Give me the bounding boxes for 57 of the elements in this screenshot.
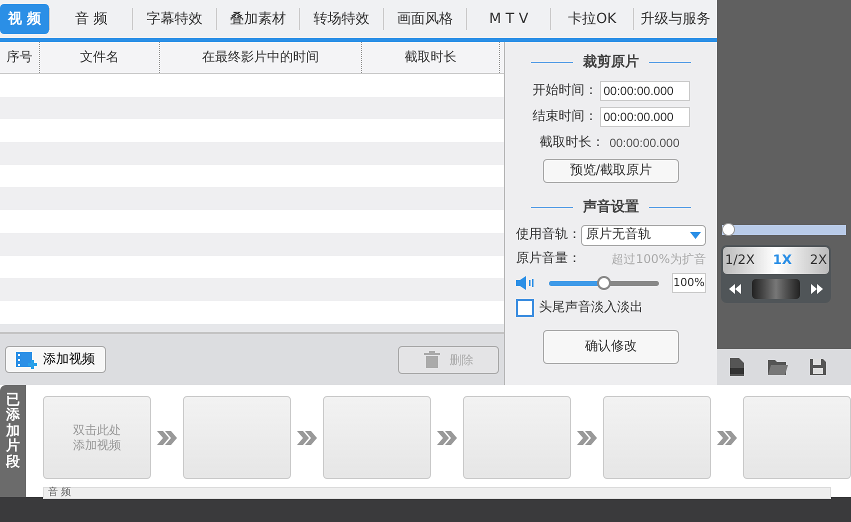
clip-slot[interactable] [463, 396, 571, 479]
tab[interactable]: 卡拉OK [550, 4, 634, 34]
dropdown-arrow-icon [690, 232, 701, 238]
tab[interactable]: 音 频 [50, 4, 132, 34]
speaker-icon[interactable] [516, 276, 536, 290]
clip-slot[interactable] [743, 396, 851, 479]
field-label: 使用音轨： [516, 226, 581, 244]
field-label: 结束时间： [532, 108, 598, 126]
tab[interactable]: M T V [467, 4, 550, 34]
section-title: 声音设置 [583, 198, 639, 217]
jog-wheel[interactable] [752, 278, 800, 298]
chevron-icon [297, 430, 317, 444]
tab[interactable]: 画面风格 [384, 4, 466, 34]
time-field[interactable]: 00:00:00.000 [600, 107, 690, 127]
confirm-button[interactable]: 确认修改 [543, 330, 679, 364]
chevron-icon [717, 430, 737, 444]
clip-slot[interactable] [183, 396, 291, 479]
slider-thumb[interactable] [597, 276, 611, 290]
film-add-icon [16, 350, 38, 368]
field-label: 开始时间： [532, 82, 598, 100]
chevron-icon [577, 430, 597, 444]
speed-option[interactable]: 2X [810, 250, 827, 270]
preview-trim-button[interactable]: 预览/截取原片 [543, 159, 679, 183]
clip-slot[interactable] [323, 396, 431, 479]
rewind-icon[interactable] [729, 284, 741, 294]
slot-hint: 添加视频 [73, 438, 121, 452]
column-header[interactable]: 截取时长 [362, 42, 500, 73]
save-icon[interactable] [809, 358, 827, 376]
volume-hint: 超过100%为扩音 [612, 251, 706, 268]
new-file-icon[interactable] [727, 357, 747, 377]
column-header[interactable]: 文件名 [40, 42, 160, 73]
checkbox-label: 头尾声音淡入淡出 [539, 299, 643, 318]
column-header[interactable]: 序号 [0, 42, 40, 73]
add-video-button[interactable]: 添加视频 [5, 346, 106, 373]
column-header[interactable]: 在最终影片中的时间 [160, 42, 362, 73]
slot-hint: 双击此处 [73, 422, 121, 438]
tab[interactable]: 字幕特效 [133, 4, 216, 34]
audio-track-dropdown[interactable]: 原片无音轨 [581, 224, 706, 246]
chevron-icon [157, 430, 177, 444]
clip-slot[interactable] [603, 396, 711, 479]
checkbox[interactable] [516, 299, 534, 317]
folder-icon[interactable] [767, 358, 789, 376]
trash-icon [424, 351, 440, 368]
tab[interactable]: 叠加素材 [216, 4, 300, 34]
audio-track-label: 音 频 [47, 488, 72, 498]
duration-value: 00:00:00.000 [608, 135, 681, 152]
section-title: 裁剪原片 [583, 52, 639, 72]
field-label: 原片音量： [516, 250, 581, 268]
time-field[interactable]: 00:00:00.000 [600, 81, 690, 101]
tab[interactable]: 升级与服务 [634, 4, 717, 34]
tab[interactable]: 转场特效 [300, 4, 383, 34]
progress-thumb[interactable] [722, 223, 735, 236]
fast-forward-icon[interactable] [811, 284, 823, 294]
volume-field[interactable]: 100% [672, 273, 706, 293]
chevron-icon [437, 430, 457, 444]
speed-option[interactable]: 1/2X [725, 250, 755, 270]
field-label: 截取时长： [539, 134, 604, 152]
